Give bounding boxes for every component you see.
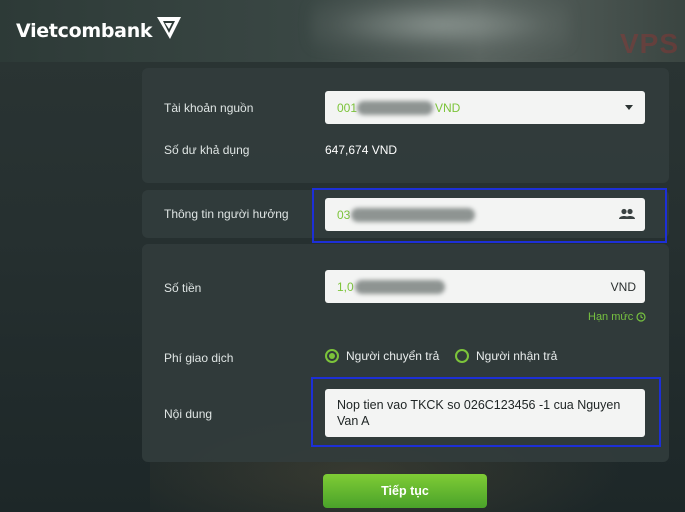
beneficiary-label: Thông tin người hưởng	[164, 207, 289, 221]
limit-link[interactable]: Hạn mức	[588, 311, 646, 323]
source-account-panel	[142, 68, 669, 183]
fee-option-receiver-label: Người nhận trả	[476, 349, 558, 363]
watermark-logo: VPS	[619, 28, 679, 59]
vietcombank-logo: Vietcombank	[16, 17, 183, 42]
content-textarea[interactable]: Nop tien vao TKCK so 026C123456 -1 cua N…	[325, 389, 645, 437]
balance-value: 647,674 VND	[325, 143, 398, 157]
amount-prefix: 1,0	[337, 280, 354, 294]
fee-option-sender-label: Người chuyển trả	[346, 349, 440, 363]
top-bar: Vietcombank VPS	[0, 0, 685, 62]
redacted-beneficiary	[351, 208, 475, 222]
content-label: Nội dung	[164, 407, 213, 421]
redacted-account-number	[357, 101, 433, 115]
limit-link-label: Hạn mức	[588, 311, 634, 323]
fee-option-receiver[interactable]: Người nhận trả	[455, 349, 557, 363]
clock-icon	[636, 312, 646, 322]
amount-input[interactable]: 1,0 VND	[325, 270, 645, 303]
radio-unselected-icon[interactable]	[455, 349, 469, 363]
chevron-down-icon[interactable]	[625, 105, 633, 110]
vcb-emblem-icon	[157, 17, 182, 39]
source-account-select[interactable]: 001 VND	[325, 91, 645, 124]
balance-label: Số dư khả dụng	[164, 143, 250, 157]
beneficiary-prefix: 03	[337, 208, 351, 222]
radio-selected-icon[interactable]	[325, 349, 339, 363]
fee-option-sender[interactable]: Người chuyển trả	[325, 349, 439, 363]
beneficiary-input[interactable]: 03	[325, 198, 645, 231]
amount-label: Số tiền	[164, 281, 202, 295]
amount-currency: VND	[610, 280, 636, 294]
redacted-amount	[355, 280, 445, 294]
source-account-prefix: 001	[337, 101, 358, 115]
continue-button[interactable]: Tiếp tục	[323, 474, 487, 508]
fee-label: Phí giao dịch	[164, 351, 234, 365]
contacts-icon[interactable]	[619, 208, 635, 220]
source-account-label: Tài khoản nguồn	[164, 101, 254, 115]
source-account-currency: VND	[435, 101, 461, 115]
brand-name: Vietcombank	[16, 20, 153, 42]
